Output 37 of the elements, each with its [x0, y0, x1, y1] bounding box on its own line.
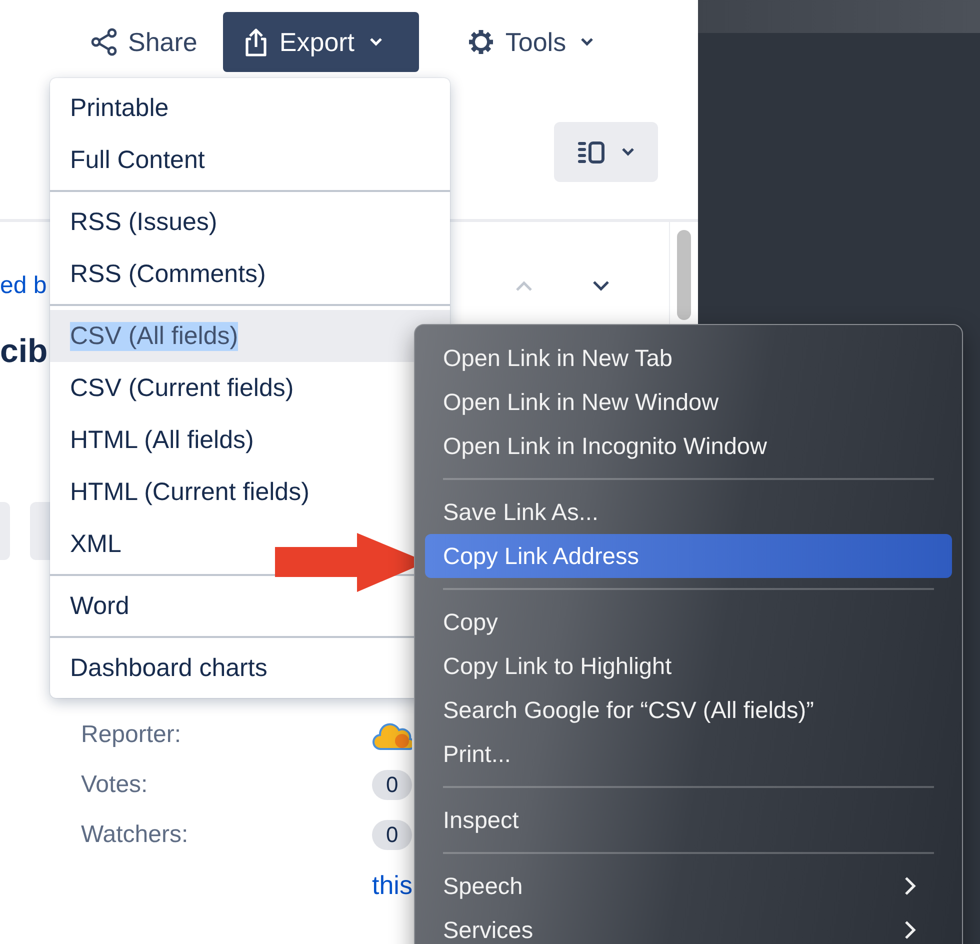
export-button[interactable]: Export: [223, 12, 420, 72]
field-label: Votes:: [80, 771, 149, 799]
gear-icon: [467, 28, 496, 56]
context-menu-item[interactable]: Copy Link Address: [425, 534, 952, 578]
context-menu-item[interactable]: Speech: [425, 864, 952, 908]
context-menu-item[interactable]: Services: [425, 908, 952, 944]
context-menu-item[interactable]: Save Link As...: [425, 490, 952, 534]
context-menu-item[interactable]: Open Link in Incognito Window: [425, 424, 952, 468]
list-view-icon: [577, 140, 607, 164]
chevron-down-icon: [621, 147, 635, 157]
menu-item[interactable]: RSS (Issues): [50, 196, 450, 248]
issue-title: cib: [0, 332, 48, 370]
field-label: Watchers:: [80, 821, 190, 849]
chevron-down-icon: [368, 37, 383, 47]
chevron-down-icon: [580, 37, 594, 47]
view-button[interactable]: [554, 122, 658, 182]
context-menu-item[interactable]: Copy: [425, 600, 952, 644]
field-label: Reporter:: [80, 721, 182, 749]
count-badge: 0: [372, 770, 412, 800]
context-menu-item[interactable]: Copy Link to Highlight: [425, 644, 952, 688]
chevron-down-icon[interactable]: [592, 280, 610, 292]
context-menu-item[interactable]: Search Google for “CSV (All fields)”: [425, 688, 952, 732]
issue-link[interactable]: ed b: [0, 272, 47, 300]
context-menu-item[interactable]: Open Link in New Window: [425, 380, 952, 424]
count-badge: 0: [372, 820, 412, 850]
scrollbar-thumb[interactable]: [677, 230, 691, 320]
upload-icon: [243, 27, 270, 57]
menu-item[interactable]: Full Content: [50, 134, 450, 186]
context-menu-item[interactable]: Print...: [425, 732, 952, 776]
share-button[interactable]: Share: [78, 12, 210, 72]
chevron-up-icon[interactable]: [514, 280, 533, 292]
share-icon: [90, 28, 118, 56]
tools-button[interactable]: Tools: [455, 12, 606, 72]
menu-item[interactable]: RSS (Comments): [50, 248, 450, 300]
vote-link[interactable]: this: [372, 870, 412, 900]
menu-item[interactable]: Printable: [50, 82, 450, 134]
context-menu-item[interactable]: Inspect: [425, 798, 952, 842]
